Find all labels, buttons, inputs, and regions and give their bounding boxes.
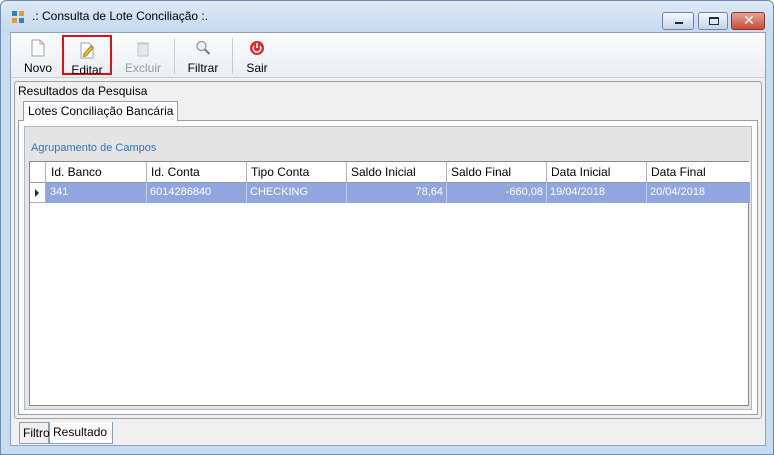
- title-bar[interactable]: .: Consulta de Lote Conciliação :. ✕: [1, 1, 773, 31]
- search-magnifier-icon: [196, 40, 211, 55]
- edit-pencil-icon: [80, 42, 94, 59]
- results-panel: Resultados da Pesquisa Lotes Conciliação…: [14, 81, 762, 419]
- filter-button-label: Filtrar: [187, 61, 219, 75]
- row-header[interactable]: [30, 183, 46, 203]
- exit-button-label: Sair: [246, 61, 268, 75]
- results-grid[interactable]: Id. Banco Id. Conta Tipo Conta Saldo Ini…: [29, 161, 750, 406]
- app-icon: [12, 11, 24, 23]
- minimize-button[interactable]: [662, 12, 694, 30]
- current-row-arrow-icon: [35, 189, 39, 197]
- column-header-data-final[interactable]: Data Final: [647, 162, 750, 183]
- exit-button[interactable]: Sair: [237, 35, 277, 75]
- column-header-tipo-conta[interactable]: Tipo Conta: [247, 162, 347, 183]
- close-button[interactable]: ✕: [731, 12, 765, 30]
- grid-header: Id. Banco Id. Conta Tipo Conta Saldo Ini…: [30, 162, 750, 183]
- filter-button[interactable]: Filtrar: [180, 35, 226, 75]
- minimize-icon: [675, 22, 683, 24]
- delete-trash-icon: [137, 42, 149, 57]
- cell-id-conta[interactable]: 6014286840: [147, 183, 247, 203]
- power-exit-icon: [250, 41, 264, 55]
- column-header-data-inicial[interactable]: Data Inicial: [547, 162, 647, 183]
- toolbar-separator: [232, 38, 233, 74]
- cell-data-inicial[interactable]: 19/04/2018: [547, 183, 647, 203]
- results-title: Resultados da Pesquisa: [18, 84, 148, 98]
- app-window: .: Consulta de Lote Conciliação :. ✕ Nov…: [0, 0, 774, 455]
- new-button-label: Novo: [23, 61, 52, 75]
- tab-lotes-conciliacao[interactable]: Lotes Conciliação Bancária: [23, 101, 179, 121]
- row-header-corner: [30, 162, 46, 183]
- column-header-id-banco[interactable]: Id. Banco: [47, 162, 147, 183]
- column-header-saldo-inicial[interactable]: Saldo Inicial: [347, 162, 447, 183]
- delete-button[interactable]: Excluir: [117, 35, 169, 75]
- column-header-id-conta[interactable]: Id. Conta: [147, 162, 247, 183]
- new-button[interactable]: Novo: [15, 35, 61, 75]
- form-client-area: Novo Editar Excluir Filtrar Sair Resulta…: [10, 32, 766, 446]
- cell-saldo-final[interactable]: -660,08: [447, 183, 547, 203]
- cell-data-final[interactable]: 20/04/2018: [647, 183, 750, 203]
- window-title: .: Consulta de Lote Conciliação :.: [32, 9, 209, 23]
- tab-filtro[interactable]: Filtro: [19, 422, 50, 444]
- table-row[interactable]: 341 6014286840 CHECKING 78,64 -660,08 19…: [30, 183, 750, 203]
- maximize-button[interactable]: [698, 12, 728, 30]
- edit-button-label: Editar: [71, 63, 103, 77]
- toolbar-separator: [174, 38, 175, 74]
- new-document-icon: [31, 39, 45, 57]
- cell-saldo-inicial[interactable]: 78,64: [347, 183, 447, 203]
- delete-button-label: Excluir: [124, 61, 161, 75]
- maximize-icon: [709, 17, 719, 25]
- tab-resultado[interactable]: Resultado: [49, 422, 113, 444]
- cell-id-banco[interactable]: 341: [47, 183, 147, 203]
- grouping-label: Agrupamento de Campos: [31, 142, 157, 154]
- grouping-area[interactable]: Agrupamento de Campos Id. Banco Id. Cont…: [24, 126, 752, 410]
- tab-page-lotes: Agrupamento de Campos Id. Banco Id. Cont…: [18, 120, 758, 415]
- close-icon: ✕: [743, 12, 755, 28]
- toolbar: Novo Editar Excluir Filtrar Sair: [11, 33, 765, 78]
- cell-tipo-conta[interactable]: CHECKING: [247, 183, 347, 203]
- edit-button[interactable]: Editar: [62, 35, 112, 77]
- column-header-saldo-final[interactable]: Saldo Final: [447, 162, 547, 183]
